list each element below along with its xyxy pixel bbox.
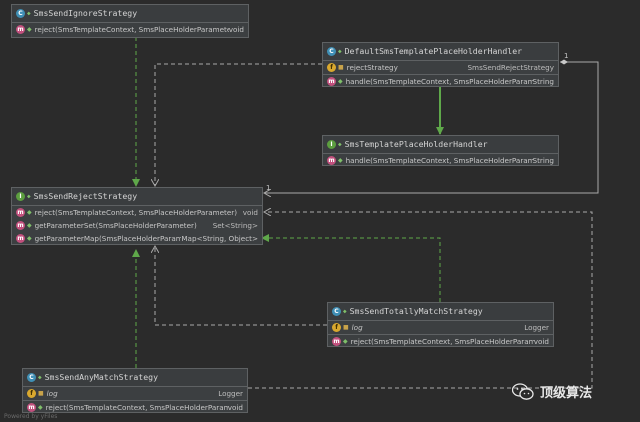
method-row: m ◆ reject(SmsTemplateContext, SmsPlaceH… (12, 23, 248, 36)
multiplicity-source: 1 (564, 52, 568, 60)
interface-title: SmsSendRejectStrategy (33, 191, 138, 201)
implements-line-totally (261, 234, 441, 302)
method-signature: handle(SmsTemplateContext, SmsPlaceHolde… (345, 77, 533, 86)
public-visibility-icon: ◆ (27, 10, 31, 17)
method-signature: getParameterMap(SmsPlaceHolderParameter) (34, 234, 182, 243)
method-return-type: void (242, 208, 258, 217)
method-signature: reject(SmsTemplateContext, SmsPlaceHolde… (34, 208, 238, 217)
class-header: C ◆ SmsSendIgnoreStrategy (12, 5, 248, 23)
method-icon: m (16, 208, 25, 217)
field-icon: f (327, 63, 336, 72)
class-box-any-match-strategy[interactable]: C ◆ SmsSendAnyMatchStrategy f ■ log Logg… (22, 368, 248, 413)
watermark: 顶级算法 (512, 382, 592, 401)
method-row: m ◆ getParameterMap(SmsPlaceHolderParame… (12, 232, 262, 245)
private-visibility-icon: ■ (338, 64, 344, 71)
public-visibility-icon: ◆ (38, 374, 42, 381)
method-icon: m (16, 25, 25, 34)
class-box-totally-match-strategy[interactable]: C ◆ SmsSendTotallyMatchStrategy f ■ log … (327, 302, 554, 347)
wechat-icon (512, 382, 534, 400)
method-icon: m (16, 234, 25, 243)
private-visibility-icon: ■ (38, 390, 44, 397)
public-visibility-icon: ◆ (338, 141, 342, 148)
field-name: log (351, 323, 363, 332)
method-return-type: String (532, 77, 554, 86)
method-return-type: void (228, 25, 244, 34)
public-visibility-icon: ◆ (343, 308, 347, 315)
public-visibility-icon: ◆ (338, 157, 343, 164)
method-row: m ◆ reject(SmsTemplateContext, SmsPlaceH… (328, 335, 553, 348)
method-row: m ◆ getParameterSet(SmsPlaceHolderParame… (12, 219, 262, 232)
class-box-default-handler[interactable]: C ◆ DefaultSmsTemplatePlaceHolderHandler… (322, 42, 559, 87)
public-visibility-icon: ◆ (27, 26, 32, 33)
public-visibility-icon: ◆ (343, 338, 348, 345)
method-signature: reject(SmsTemplateContext, SmsPlaceHolde… (45, 403, 228, 412)
class-title: SmsSendTotallyMatchStrategy (349, 306, 483, 316)
method-row: m ◆ handle(SmsTemplateContext, SmsPlaceH… (323, 154, 558, 167)
class-icon: C (27, 373, 36, 382)
private-visibility-icon: ■ (343, 324, 349, 331)
method-signature: handle(SmsTemplateContext, SmsPlaceHolde… (345, 156, 533, 165)
class-header: C ◆ SmsSendTotallyMatchStrategy (328, 303, 553, 321)
interface-header: I ◆ SmsTemplatePlaceHolderHandler (323, 136, 558, 154)
field-icon: f (27, 389, 36, 398)
interface-title: SmsTemplatePlaceHolderHandler (344, 139, 488, 149)
method-icon: m (332, 337, 341, 346)
method-row: m ◆ reject(SmsTemplateContext, SmsPlaceH… (12, 206, 262, 219)
method-return-type: Set<String> (212, 221, 258, 230)
method-row: m ◆ handle(SmsTemplateContext, SmsPlaceH… (323, 75, 558, 88)
field-type: Logger (218, 389, 243, 398)
interface-box-placeholder-handler[interactable]: I ◆ SmsTemplatePlaceHolderHandler m ◆ ha… (322, 135, 559, 166)
public-visibility-icon: ◆ (338, 78, 343, 85)
public-visibility-icon: ◆ (338, 48, 342, 55)
class-icon: C (327, 47, 336, 56)
interface-icon: I (327, 140, 336, 149)
interface-box-reject-strategy[interactable]: I ◆ SmsSendRejectStrategy m ◆ reject(Sms… (11, 187, 263, 245)
method-icon: m (16, 221, 25, 230)
interface-header: I ◆ SmsSendRejectStrategy (12, 188, 262, 206)
dependency-line-handler-to-reject (155, 63, 322, 186)
method-return-type: void (227, 403, 243, 412)
field-type: Logger (524, 323, 549, 332)
public-visibility-icon: ◆ (27, 193, 31, 200)
field-name: log (46, 389, 58, 398)
class-header: C ◆ DefaultSmsTemplatePlaceHolderHandler (323, 43, 558, 61)
method-return-type: String (532, 156, 554, 165)
method-signature: reject(SmsTemplateContext, SmsPlaceHolde… (34, 25, 229, 34)
class-box-ignore-strategy[interactable]: C ◆ SmsSendIgnoreStrategy m ◆ reject(Sms… (11, 4, 249, 38)
watermark-text: 顶级算法 (540, 386, 593, 401)
footer-note: Powered by yFiles (4, 413, 58, 420)
method-icon: m (27, 403, 36, 412)
class-icon: C (16, 9, 25, 18)
class-header: C ◆ SmsSendAnyMatchStrategy (23, 369, 247, 387)
class-title: SmsSendAnyMatchStrategy (44, 372, 158, 382)
method-return-type: void (533, 337, 549, 346)
interface-icon: I (16, 192, 25, 201)
field-name: rejectStrategy (346, 63, 398, 72)
field-icon: f (332, 323, 341, 332)
method-return-type: Map<String, Object> (181, 234, 258, 243)
method-signature: reject(SmsTemplateContext, SmsPlaceHolde… (350, 337, 534, 346)
field-row: f ■ log Logger (23, 387, 247, 401)
field-type: SmsSendRejectStrategy (467, 63, 555, 72)
method-icon: m (327, 77, 336, 86)
field-row: f ■ log Logger (328, 321, 553, 335)
method-signature: getParameterSet(SmsPlaceHolderParameter) (34, 221, 197, 230)
class-icon: C (332, 307, 341, 316)
public-visibility-icon: ◆ (27, 222, 32, 229)
class-title: SmsSendIgnoreStrategy (33, 8, 138, 18)
public-visibility-icon: ◆ (27, 235, 32, 242)
public-visibility-icon: ◆ (27, 209, 32, 216)
method-icon: m (327, 156, 336, 165)
field-row: f ■ rejectStrategy SmsSendRejectStrategy (323, 61, 558, 75)
class-title: DefaultSmsTemplatePlaceHolderHandler (344, 46, 523, 56)
dependency-line-totally (155, 246, 327, 326)
multiplicity-target: 1 (266, 184, 270, 192)
